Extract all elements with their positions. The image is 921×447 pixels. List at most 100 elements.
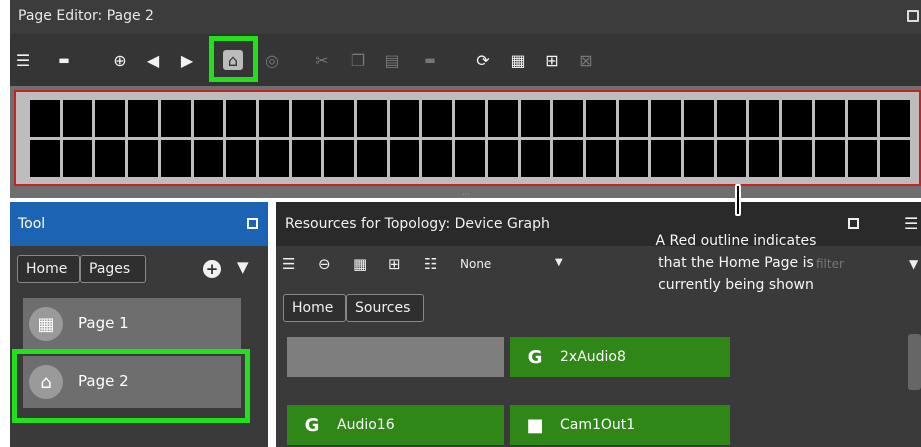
add-circle-icon[interactable]: ⊕ — [110, 50, 130, 70]
keyboard-icon[interactable]: ▬ — [54, 50, 74, 70]
grid-cell[interactable] — [455, 100, 485, 137]
filter-icon[interactable]: ▼ — [909, 257, 918, 271]
grid-cell[interactable] — [847, 100, 878, 137]
grid-cell[interactable] — [585, 100, 616, 137]
grid-cell[interactable] — [618, 140, 649, 177]
grid-cell[interactable] — [716, 140, 747, 177]
grid-cell[interactable] — [618, 100, 649, 137]
grid-cell[interactable] — [291, 140, 322, 177]
grid-cell[interactable] — [651, 100, 682, 137]
source-tile[interactable]: G Audio16 — [287, 405, 504, 445]
grid-cell[interactable] — [389, 100, 420, 137]
window-title: Page Editor: Page 2 — [18, 8, 154, 24]
maximize-icon[interactable] — [247, 218, 258, 229]
grid-cell[interactable] — [226, 140, 256, 177]
clear-grid-icon[interactable]: ⊠ — [576, 50, 596, 70]
scrollbar[interactable] — [908, 334, 921, 390]
grid-cell[interactable] — [95, 100, 126, 137]
grid-cell[interactable] — [651, 140, 682, 177]
grid-cell[interactable] — [782, 140, 812, 177]
grid-cell[interactable] — [880, 140, 910, 177]
grid-cell[interactable] — [30, 140, 60, 177]
grid-cell[interactable] — [716, 100, 747, 137]
grid-cell[interactable] — [684, 100, 714, 137]
paste-icon[interactable]: ▤ — [382, 50, 402, 70]
grid-cell[interactable] — [880, 100, 910, 137]
grid-cell[interactable] — [749, 140, 780, 177]
maximize-icon[interactable] — [848, 218, 859, 229]
grid-cell[interactable] — [128, 100, 158, 137]
grid-cell[interactable] — [160, 100, 191, 137]
page-grid[interactable] — [30, 100, 910, 177]
grid-cell[interactable] — [193, 140, 224, 177]
audio-device-icon: G — [527, 346, 543, 368]
grid-cell[interactable] — [226, 100, 256, 137]
list-icon[interactable]: ☰ — [13, 50, 33, 70]
grid-cell[interactable] — [847, 140, 878, 177]
shield-icon[interactable]: ◎ — [262, 50, 282, 70]
resources-panel-title: Resources for Topology: Device Graph — [285, 216, 550, 232]
grid-cell[interactable] — [258, 140, 289, 177]
grid-cell[interactable] — [324, 140, 355, 177]
breadcrumb-home[interactable]: Home — [17, 255, 80, 283]
link-icon[interactable]: ⊖ — [318, 255, 331, 273]
list-icon[interactable]: ☰ — [282, 255, 295, 273]
grid-cell[interactable] — [95, 140, 126, 177]
source-tile[interactable]: G 2xAudio8 — [510, 337, 730, 377]
grid-cell[interactable] — [357, 140, 387, 177]
splitter-handle[interactable]: ··· — [462, 190, 470, 199]
source-tile-label: Audio16 — [337, 417, 395, 433]
grid-cell[interactable] — [520, 100, 551, 137]
grid-cell[interactable] — [520, 140, 551, 177]
grid-cell[interactable] — [487, 140, 518, 177]
breadcrumb-home[interactable]: Home — [283, 294, 346, 322]
grid-cell[interactable] — [585, 140, 616, 177]
add-page-icon[interactable]: + — [203, 260, 221, 278]
grid-small-icon[interactable]: ⊞ — [542, 50, 562, 70]
grid-cell[interactable] — [291, 100, 322, 137]
source-tile-empty[interactable] — [287, 337, 504, 377]
grid-cell[interactable] — [814, 140, 845, 177]
grid-cell[interactable] — [422, 140, 453, 177]
home-page-icon[interactable]: ⌂ — [223, 50, 243, 70]
grid-cell[interactable] — [160, 140, 191, 177]
grid-cell[interactable] — [357, 100, 387, 137]
layer-icon[interactable]: ▬ — [420, 50, 440, 70]
grid-cell[interactable] — [324, 100, 355, 137]
menu-icon[interactable]: ☰ — [904, 214, 918, 233]
grid-cell[interactable] — [62, 140, 93, 177]
arrow-left-circle-icon[interactable]: ◀ — [143, 50, 163, 70]
user-list-icon[interactable]: ☷ — [424, 255, 437, 273]
breadcrumb-pages[interactable]: Pages — [80, 255, 146, 283]
chevron-down-icon[interactable]: ▼ — [555, 257, 563, 268]
grid-cell[interactable] — [128, 140, 158, 177]
grid-cell[interactable] — [553, 100, 583, 137]
grid-small-icon[interactable]: ⊞ — [388, 255, 401, 273]
grid-cell[interactable] — [193, 100, 224, 137]
tool-panel: Tool Home Pages + ▼ ▦ Page 1 ⌂ Page 2 — [10, 202, 268, 447]
page-item-1[interactable]: ▦ Page 1 — [23, 298, 241, 350]
grid-cell[interactable] — [422, 100, 453, 137]
breadcrumb-sources[interactable]: Sources — [346, 294, 424, 322]
grid-cell[interactable] — [782, 100, 812, 137]
view-dropdown[interactable]: None — [460, 257, 491, 271]
filter-icon[interactable]: ▼ — [237, 258, 249, 276]
grid-cell[interactable] — [389, 140, 420, 177]
cut-icon[interactable]: ✂ — [312, 50, 332, 70]
grid-cell[interactable] — [553, 140, 583, 177]
grid-cell[interactable] — [814, 100, 845, 137]
grid-cell[interactable] — [62, 100, 93, 137]
grid-large-icon[interactable]: ▦ — [508, 50, 528, 70]
grid-cell[interactable] — [684, 140, 714, 177]
grid-large-icon[interactable]: ▦ — [353, 255, 367, 273]
grid-cell[interactable] — [455, 140, 485, 177]
refresh-icon[interactable]: ⟳ — [473, 50, 493, 70]
grid-cell[interactable] — [487, 100, 518, 137]
maximize-icon[interactable] — [907, 10, 919, 22]
grid-cell[interactable] — [749, 100, 780, 137]
grid-cell[interactable] — [258, 100, 289, 137]
grid-cell[interactable] — [30, 100, 60, 137]
source-tile[interactable]: ■ Cam1Out1 — [510, 405, 730, 445]
arrow-right-circle-icon[interactable]: ▶ — [177, 50, 197, 70]
copy-icon[interactable]: ❐ — [348, 50, 368, 70]
